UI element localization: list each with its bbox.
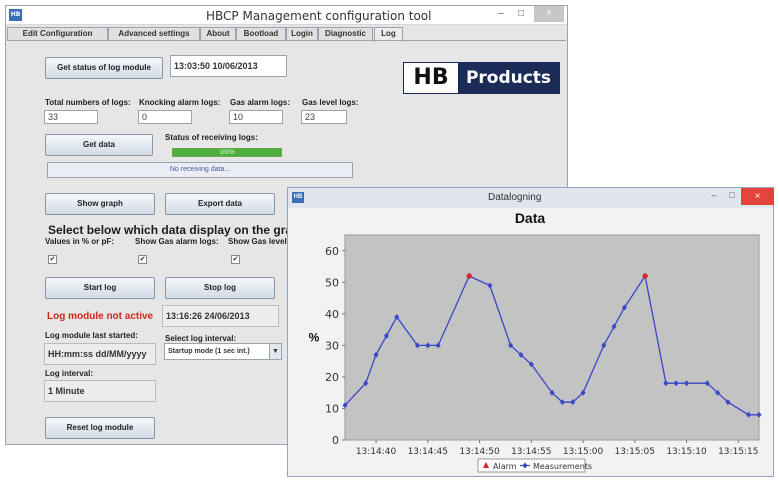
data-chart: Data 0 10 20 30 40 50 60 13:14:40 13:14:45 13:14:5… bbox=[309, 210, 762, 473]
gas-level-label: Gas level logs: bbox=[302, 98, 359, 107]
datalogging-window: HB Datalogning – □ × Data 0 10 20 30 40 50 60 13… bbox=[287, 187, 774, 477]
gas-level-checkbox[interactable]: ✔ bbox=[231, 255, 240, 264]
alarm-point bbox=[466, 273, 472, 279]
log-interval-field: 1 Minute bbox=[44, 380, 156, 402]
receiving-progress-bar: 100% bbox=[172, 148, 282, 157]
reset-log-module-button[interactable]: Reset log module bbox=[45, 417, 155, 439]
show-gas-alarm-label: Show Gas alarm logs: bbox=[135, 237, 219, 246]
tab-advanced-settings[interactable]: Advanced settings bbox=[108, 27, 200, 41]
module-status-text: Log module not active bbox=[47, 311, 154, 322]
datalogging-title-bar: HB Datalogning – □ × bbox=[288, 188, 774, 208]
tab-diagnostic[interactable]: Diagnostic bbox=[318, 27, 373, 41]
get-data-button[interactable]: Get data bbox=[45, 134, 153, 156]
total-logs-label: Total numbers of logs: bbox=[45, 98, 131, 107]
datalogging-app-icon: HB bbox=[292, 192, 304, 203]
close-button[interactable]: × bbox=[534, 6, 564, 22]
app-logo-icon: HB bbox=[9, 9, 22, 21]
datalogging-close-button[interactable]: × bbox=[741, 188, 774, 205]
tab-bootload[interactable]: Bootload bbox=[236, 27, 286, 41]
x-tick-label: 13:15:10 bbox=[666, 447, 707, 457]
y-tick-label: 30 bbox=[325, 339, 339, 352]
datalogging-minimize-button[interactable]: – bbox=[707, 190, 721, 200]
tab-edit-configuration[interactable]: Edit Configuration bbox=[7, 27, 108, 41]
y-axis-label: % bbox=[309, 331, 320, 345]
log-interval-select-value: Startup mode (1 sec int.) bbox=[168, 348, 250, 355]
maximize-button[interactable]: □ bbox=[511, 6, 531, 22]
x-tick-label: 13:15:15 bbox=[718, 447, 758, 457]
start-log-button[interactable]: Start log bbox=[45, 277, 155, 299]
gas-level-field: 23 bbox=[301, 110, 347, 124]
y-tick-label: 50 bbox=[325, 276, 339, 289]
values-checkbox[interactable]: ✔ bbox=[48, 255, 57, 264]
y-tick-label: 40 bbox=[325, 308, 339, 321]
chevron-down-icon[interactable]: ▼ bbox=[269, 344, 281, 359]
show-graph-button[interactable]: Show graph bbox=[45, 193, 155, 215]
alarm-point bbox=[642, 273, 648, 279]
legend-alarm-label: Alarm bbox=[493, 462, 517, 471]
minimize-button[interactable]: – bbox=[491, 6, 511, 22]
last-started-label: Log module last started: bbox=[45, 331, 138, 340]
stop-datetime-field: 13:16:26 24/06/2013 bbox=[162, 305, 279, 327]
last-started-field: HH:mm:ss dd/MM/yyyy bbox=[44, 343, 156, 365]
logo-products-text: Products bbox=[458, 63, 559, 93]
tab-login[interactable]: Login bbox=[286, 27, 318, 41]
y-tick-label: 0 bbox=[332, 434, 339, 447]
datalogging-maximize-button[interactable]: □ bbox=[725, 190, 739, 200]
legend-measurements-label: Measurements bbox=[533, 462, 592, 471]
x-tick-label: 13:15:00 bbox=[563, 447, 604, 457]
logo-hb-text: HB bbox=[404, 63, 458, 93]
stop-log-button[interactable]: Stop log bbox=[165, 277, 275, 299]
x-tick-label: 13:14:50 bbox=[459, 447, 500, 457]
log-interval-label: Log interval: bbox=[45, 369, 94, 378]
select-interval-label: Select log interval: bbox=[165, 334, 237, 343]
show-gas-level-label: Show Gas level l bbox=[228, 237, 292, 246]
graph-options-heading: Select below which data display on the g… bbox=[48, 223, 307, 237]
x-tick-label: 13:14:40 bbox=[356, 447, 397, 457]
title-bar: HB HBCP Management configuration tool – … bbox=[6, 6, 567, 25]
receiving-status-label: Status of receiving logs: bbox=[165, 133, 258, 142]
x-tick-label: 13:14:55 bbox=[511, 447, 551, 457]
x-tick-label: 13:15:05 bbox=[615, 447, 655, 457]
gas-alarm-label: Gas alarm logs: bbox=[230, 98, 291, 107]
y-tick-label: 20 bbox=[325, 371, 339, 384]
get-status-button[interactable]: Get status of log module bbox=[45, 57, 163, 79]
log-interval-select[interactable]: Startup mode (1 sec int.) ▼ bbox=[164, 343, 282, 360]
x-tick-label: 13:14:45 bbox=[408, 447, 448, 457]
datalogging-title: Datalogning bbox=[488, 192, 542, 203]
hb-products-logo: HB Products bbox=[403, 62, 560, 94]
y-tick-label: 60 bbox=[325, 245, 339, 258]
values-label: Values in % or pF: bbox=[45, 237, 114, 246]
y-tick-label: 10 bbox=[325, 402, 339, 415]
tab-about[interactable]: About bbox=[200, 27, 236, 41]
knocking-alarm-label: Knocking alarm logs: bbox=[139, 98, 221, 107]
export-data-button[interactable]: Export data bbox=[165, 193, 275, 215]
chart-title: Data bbox=[515, 210, 546, 226]
plot-area bbox=[344, 234, 760, 441]
gas-alarm-field: 10 bbox=[229, 110, 283, 124]
knocking-alarm-field: 0 bbox=[138, 110, 192, 124]
progress-text: 100% bbox=[219, 150, 235, 156]
gas-alarm-checkbox[interactable]: ✔ bbox=[138, 255, 147, 264]
total-logs-field: 33 bbox=[44, 110, 98, 124]
receiving-status-field: No receiving data... bbox=[47, 162, 353, 178]
window-title: HBCP Management configuration tool bbox=[206, 9, 432, 23]
status-datetime-field: 13:03:50 10/06/2013 bbox=[170, 55, 287, 77]
